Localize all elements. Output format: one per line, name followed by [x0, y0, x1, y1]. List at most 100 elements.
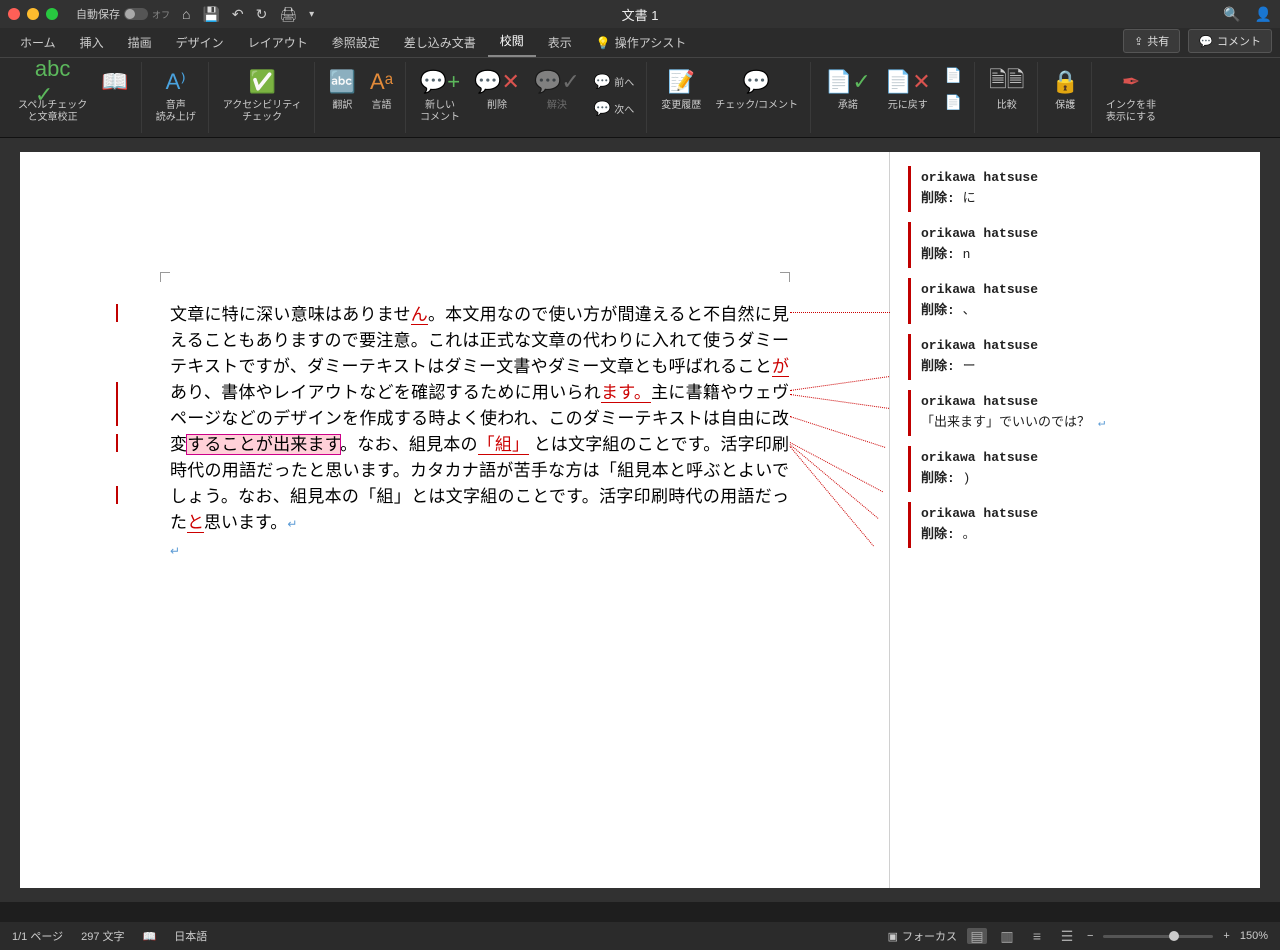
proofing-icon[interactable]: 📖 — [143, 930, 157, 943]
comments-button[interactable]: 💬 コメント — [1188, 29, 1272, 53]
new-comment-button[interactable]: 💬+ 新しい コメント — [416, 64, 464, 126]
titlebar: 自動保存 オフ ⌂ 💾 ↶ ↻ 🖨 ▾ 文書 1 🔍 👤 — [0, 0, 1280, 28]
delete-comment-button[interactable]: 💬✕ 削除 — [470, 64, 524, 126]
compare-button[interactable]: 🗎🗎 比較 — [985, 64, 1028, 114]
tracked-change[interactable]: が — [772, 357, 789, 377]
search-icon[interactable]: 🔍 — [1223, 6, 1240, 23]
thesaurus-icon: 📖 — [101, 66, 128, 98]
zoom-level[interactable]: 150% — [1240, 930, 1268, 942]
language-button[interactable]: Aᵃ 言語 — [366, 64, 397, 114]
accept-button[interactable]: 📄✓ 承諾 — [821, 64, 875, 114]
toggle-switch-icon — [124, 8, 148, 20]
accessibility-button[interactable]: ✅ アクセシビリティ チェック — [219, 64, 306, 126]
read-mode-view-button[interactable]: ▥ — [997, 928, 1017, 944]
tracked-change[interactable]: 「組」 — [478, 435, 530, 455]
review-content: ー — [963, 359, 976, 374]
page-content-area[interactable]: 文章に特に深い意味はありません。本文用なので使い方が間違えると不自然に見えること… — [20, 152, 890, 888]
next-change-button[interactable]: 📄 — [941, 92, 966, 113]
share-label: 共有 — [1147, 33, 1169, 49]
review-item[interactable]: orikawa hatsuse 削除: 、 — [908, 278, 1242, 324]
review-item[interactable]: orikawa hatsuse 削除: に — [908, 166, 1242, 212]
outline-view-button[interactable]: ☰ — [1057, 928, 1077, 944]
review-item[interactable]: orikawa hatsuse 削除: ) — [908, 446, 1242, 492]
check-comment-button[interactable]: 💬 チェック/コメント — [711, 64, 802, 114]
commented-range[interactable]: することが出来ます — [187, 435, 340, 454]
tab-home[interactable]: ホーム — [8, 28, 68, 57]
tracked-change[interactable]: ん — [411, 305, 428, 325]
review-item[interactable]: orikawa hatsuse 削除: 。 — [908, 502, 1242, 548]
change-bar — [116, 382, 118, 426]
protect-button[interactable]: 🔒 保護 — [1048, 64, 1083, 114]
delete-comment-label: 削除 — [487, 100, 507, 112]
tell-me[interactable]: 💡 操作アシスト — [584, 28, 698, 57]
read-aloud-button[interactable]: A⁾ 音声 読み上げ — [152, 64, 200, 126]
language-indicator[interactable]: 日本語 — [174, 928, 207, 944]
maximize-window-button[interactable] — [46, 8, 58, 20]
tracked-change[interactable]: ます。 — [601, 383, 651, 403]
hide-ink-button[interactable]: ✒ インクを非 表示にする — [1102, 64, 1160, 126]
page-indicator[interactable]: 1/1 ページ — [12, 928, 63, 944]
close-window-button[interactable] — [8, 8, 20, 20]
tab-design[interactable]: デザイン — [164, 28, 236, 57]
zoom-out-button[interactable]: − — [1087, 930, 1093, 942]
tab-insert[interactable]: 挿入 — [68, 28, 116, 57]
change-bar — [116, 486, 118, 504]
tracked-change[interactable]: と — [187, 513, 204, 533]
quick-access-toolbar: ⌂ 💾 ↶ ↻ 🖨 ▾ — [182, 6, 314, 23]
share-button[interactable]: ⇪ 共有 — [1123, 29, 1180, 53]
review-item[interactable]: orikawa hatsuse 「出来ます」でいいのでは？ ↵ — [908, 390, 1242, 436]
document-title: 文書 1 — [622, 5, 659, 24]
print-layout-view-button[interactable]: ▤ — [967, 928, 987, 944]
tab-references[interactable]: 参照設定 — [320, 28, 392, 57]
next-icon: 💬 — [594, 100, 611, 117]
focus-icon: ▣ — [888, 930, 898, 943]
save-icon[interactable]: 💾 — [202, 6, 219, 23]
prev-comment-button[interactable]: 💬前へ — [590, 71, 638, 92]
review-item[interactable]: orikawa hatsuse 削除: ー — [908, 334, 1242, 380]
translate-button[interactable]: 🔤 翻訳 — [325, 64, 360, 114]
paragraph-mark-icon: ↵ — [287, 517, 297, 531]
paragraph-mark-icon: ↵ — [1098, 416, 1105, 430]
review-action-label: 削除: — [921, 303, 955, 318]
tab-review[interactable]: 校閲 — [488, 26, 536, 57]
resolve-comment-label: 解決 — [547, 100, 567, 112]
autosave-toggle[interactable]: 自動保存 オフ — [76, 6, 170, 22]
resolve-comment-button[interactable]: 💬✓ 解決 — [530, 64, 584, 126]
word-count[interactable]: 297 文字 — [81, 928, 124, 944]
track-changes-button[interactable]: 📝 変更履歴 — [657, 64, 705, 114]
zoom-slider-thumb[interactable] — [1169, 931, 1179, 941]
account-icon[interactable]: 👤 — [1255, 6, 1272, 23]
autosave-label: 自動保存 — [76, 6, 120, 22]
review-author: orikawa hatsuse — [921, 282, 1232, 297]
minimize-window-button[interactable] — [27, 8, 39, 20]
comments-label: コメント — [1217, 33, 1261, 49]
zoom-in-button[interactable]: + — [1223, 930, 1229, 942]
redo-icon[interactable]: ↻ — [256, 6, 268, 23]
check-comment-icon: 💬 — [743, 66, 770, 98]
focus-mode-button[interactable]: ▣ フォーカス — [888, 928, 957, 944]
review-pane[interactable]: orikawa hatsuse 削除: に orikawa hatsuse 削除… — [890, 152, 1260, 888]
compare-icon: 🗎🗎 — [989, 66, 1024, 98]
qat-customize-icon[interactable]: ▾ — [309, 9, 314, 20]
prev-change-button[interactable]: 📄 — [941, 65, 966, 86]
print-icon[interactable]: 🖨 — [279, 6, 297, 23]
thesaurus-button[interactable]: 📖 — [97, 64, 132, 126]
review-item[interactable]: orikawa hatsuse 削除: n — [908, 222, 1242, 268]
accept-icon: 📄✓ — [825, 66, 871, 98]
reject-button[interactable]: 📄✕ 元に戻す — [881, 64, 935, 114]
zoom-slider[interactable] — [1103, 935, 1213, 938]
tab-view[interactable]: 表示 — [536, 28, 584, 57]
undo-icon[interactable]: ↶ — [232, 6, 244, 23]
tell-me-label: 操作アシスト — [615, 34, 687, 51]
delete-comment-icon: 💬✕ — [474, 66, 520, 98]
document-canvas[interactable]: 文章に特に深い意味はありません。本文用なので使い方が間違えると不自然に見えること… — [0, 138, 1280, 902]
next-comment-button[interactable]: 💬次へ — [590, 98, 638, 119]
spellcheck-button[interactable]: abc✓ スペルチェック と文章校正 — [14, 64, 91, 126]
tab-mailings[interactable]: 差し込み文書 — [392, 28, 488, 57]
home-icon[interactable]: ⌂ — [182, 6, 190, 22]
web-layout-view-button[interactable]: ≡ — [1027, 928, 1047, 944]
tab-draw[interactable]: 描画 — [116, 28, 164, 57]
document-body[interactable]: 文章に特に深い意味はありません。本文用なので使い方が間違えると不自然に見えること… — [170, 302, 789, 564]
tab-layout[interactable]: レイアウト — [236, 28, 320, 57]
ribbon-tabs: ホーム 挿入 描画 デザイン レイアウト 参照設定 差し込み文書 校閲 表示 💡… — [0, 28, 1280, 58]
